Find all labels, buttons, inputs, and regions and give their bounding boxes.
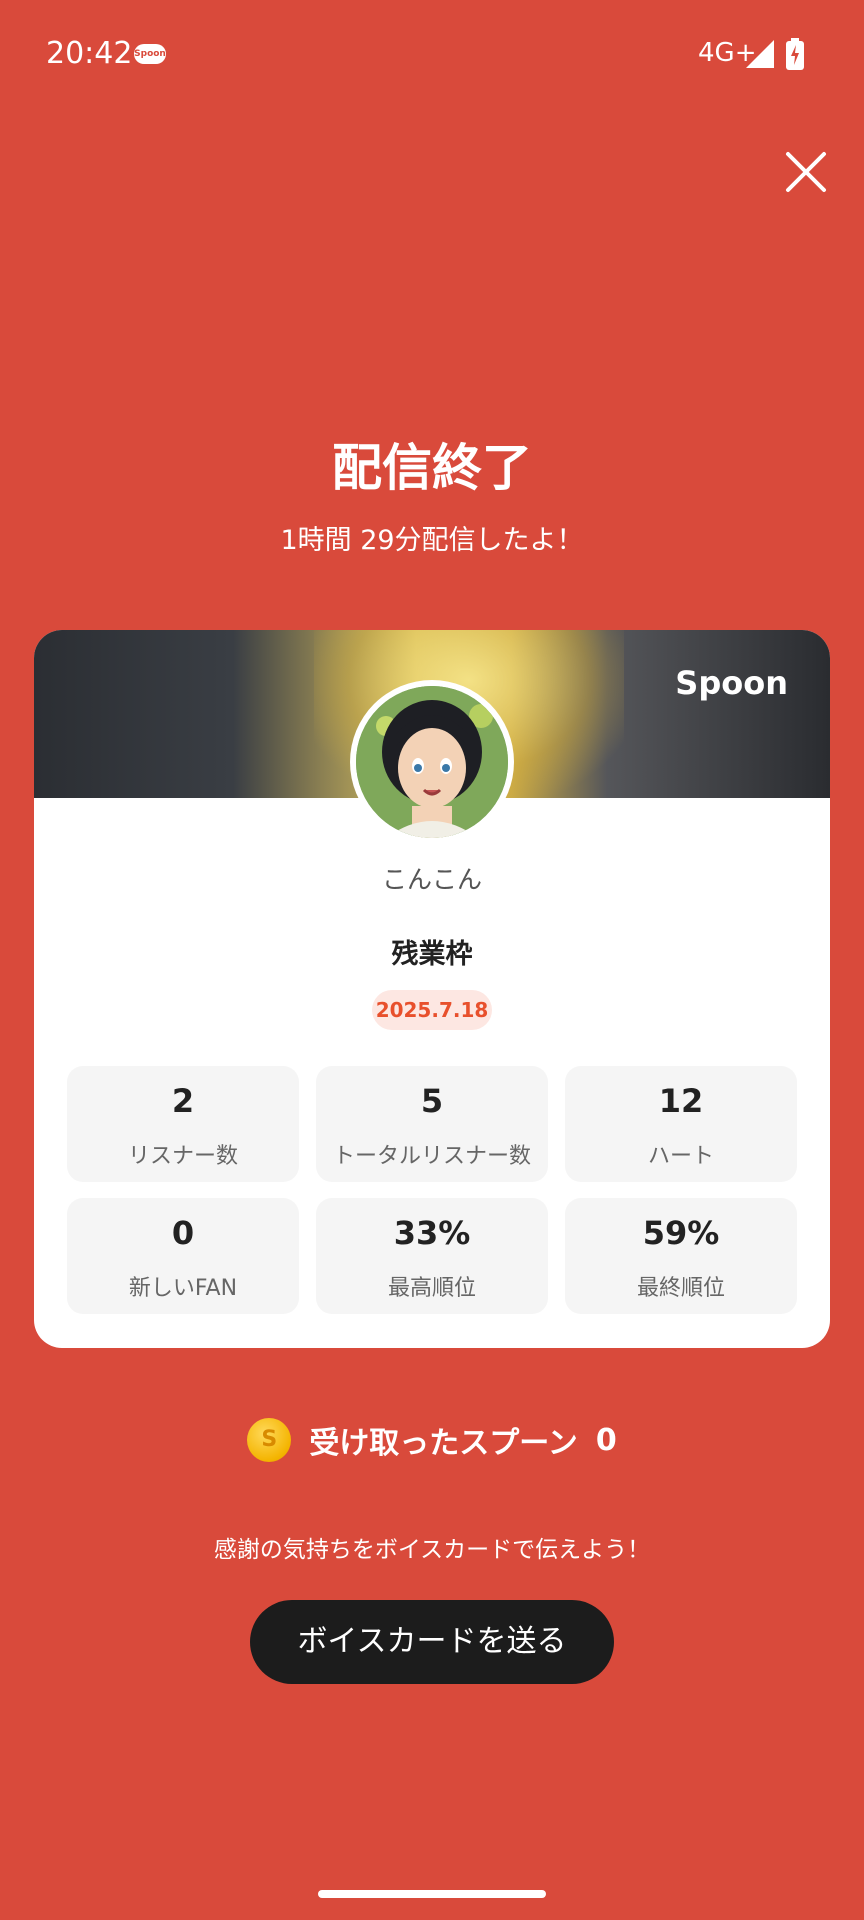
stat-value: 59% [642, 1214, 720, 1252]
received-spoons-label: 受け取ったスプーン [309, 1426, 578, 1461]
avatar [350, 680, 514, 844]
stat-total-listeners: 5 トータルリスナー数 [316, 1066, 548, 1182]
spoon-notification-icon: Spoon [134, 44, 166, 64]
stat-new-fans: 0 新しいFAN [67, 1198, 299, 1314]
stat-label: 最終順位 [636, 1276, 725, 1301]
spoon-coin-icon: S [247, 1418, 292, 1462]
stat-final-rank: 59% 最終順位 [565, 1198, 797, 1314]
stat-label: トータルリスナー数 [332, 1144, 531, 1169]
home-indicator[interactable] [318, 1890, 546, 1898]
status-time: 20:42 [46, 36, 133, 71]
stat-value: 5 [420, 1082, 444, 1120]
stat-listeners: 2 リスナー数 [67, 1066, 299, 1182]
page-title: 配信終了 [332, 439, 532, 497]
stat-value: 12 [658, 1082, 704, 1120]
stat-value: 2 [171, 1082, 195, 1120]
send-voice-card-button[interactable]: ボイスカードを送る [250, 1600, 614, 1684]
broadcast-summary-card: Spoon こんこん 残業枠 2025.7.18 2 リスナー数 5 トータルリ… [34, 630, 830, 1348]
date-badge: 2025.7.18 [372, 990, 492, 1030]
stat-value: 33% [393, 1214, 471, 1252]
spoon-logo: Spoon [675, 664, 788, 702]
username: こんこん [381, 865, 482, 894]
thanks-message: 感謝の気持ちをボイスカードで伝えよう！ [213, 1537, 651, 1563]
stat-label: リスナー数 [127, 1144, 238, 1169]
status-bar: 20:42 Spoon 4G+ [0, 0, 864, 108]
avatar-image [356, 686, 508, 838]
stat-value: 0 [171, 1214, 195, 1252]
stat-label: ハート [647, 1144, 714, 1169]
received-spoons: S 受け取ったスプーン 0 [0, 1418, 864, 1466]
stat-label: 最高順位 [387, 1276, 476, 1301]
stat-highest-rank: 33% 最高順位 [316, 1198, 548, 1314]
signal-icon [746, 40, 774, 68]
broadcast-duration: 1時間 29分配信したよ！ [280, 525, 584, 556]
received-spoons-count: 0 [595, 1422, 617, 1458]
stat-hearts: 12 ハート [565, 1066, 797, 1182]
battery-charging-icon [786, 38, 804, 70]
avatar-illustration [356, 686, 508, 838]
stat-label: 新しいFAN [128, 1276, 238, 1301]
broadcast-title: 残業枠 [391, 939, 473, 970]
close-icon[interactable] [784, 150, 828, 194]
